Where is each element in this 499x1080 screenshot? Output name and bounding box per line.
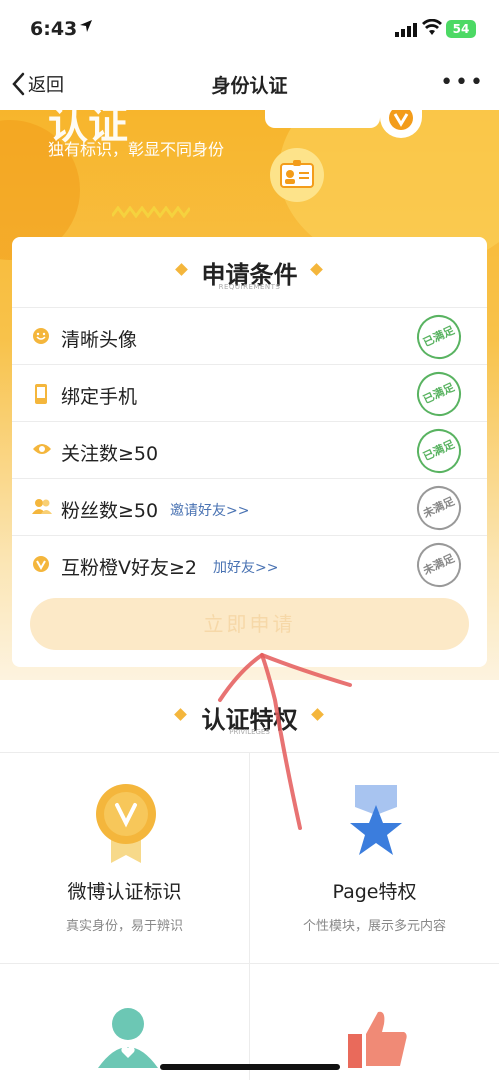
- requirement-row-phone: 绑定手机 已满足: [12, 364, 487, 424]
- navigation-bar: 返回 身份认证 •••: [0, 58, 499, 110]
- star-ribbon-icon: [350, 785, 402, 855]
- privileges-header: 认证特权 PRIVILEGES: [0, 690, 499, 750]
- requirement-label: 关注数≥50: [61, 443, 159, 465]
- requirement-row-fans: 粉丝数≥50 邀请好友>> 未满足: [12, 478, 487, 538]
- status-stamp: 未满足: [409, 478, 469, 538]
- status-stamp: 已满足: [409, 364, 469, 424]
- invite-friends-link[interactable]: 邀请好友>>: [170, 500, 249, 520]
- status-stamp: 未满足: [409, 535, 469, 595]
- home-indicator[interactable]: [160, 1064, 340, 1070]
- privileges-subtitle: PRIVILEGES: [229, 728, 270, 736]
- person-heart-icon: [98, 1008, 158, 1068]
- apply-now-button[interactable]: 立即申请: [30, 598, 469, 650]
- v-medal-icon: [96, 784, 156, 863]
- cellular-signal-icon: [395, 23, 417, 37]
- hero-decoration: [265, 110, 380, 128]
- smile-icon: [33, 328, 49, 344]
- privilege-title: 微博认证标识: [67, 881, 182, 903]
- status-bar: 6:43 54: [0, 0, 499, 58]
- privilege-title: Page特权: [332, 881, 417, 903]
- requirement-label: 清晰头像: [61, 329, 138, 351]
- privilege-item-page[interactable]: Page特权 个性模块，展示多元内容: [250, 753, 499, 963]
- requirement-row-avatar: 清晰头像 已满足: [12, 307, 487, 367]
- battery-indicator: 54: [446, 20, 476, 38]
- add-friends-link[interactable]: 加好友>>: [213, 557, 278, 577]
- privilege-description: 个性模块，展示多元内容: [302, 919, 446, 934]
- divider: [0, 963, 499, 964]
- v-icon: [33, 556, 49, 572]
- v-badge-icon: [389, 110, 413, 130]
- fans-icon: [32, 499, 52, 514]
- requirement-row-following: 关注数≥50 已满足: [12, 421, 487, 481]
- requirements-card: 申请条件 REQUIREMENTS 清晰头像 已满足 绑定手机 已满足 关注数≥…: [12, 237, 487, 667]
- privilege-item-verified-badge[interactable]: 微博认证标识 真实身份，易于辨识: [0, 753, 249, 963]
- requirements-header: 申请条件 REQUIREMENTS: [12, 237, 487, 307]
- id-card-icon: [280, 160, 314, 188]
- requirement-label: 绑定手机: [61, 386, 138, 408]
- requirement-label: 粉丝数≥50: [61, 500, 159, 522]
- requirements-subtitle: REQUIREMENTS: [218, 283, 281, 291]
- status-stamp: 已满足: [409, 307, 469, 367]
- more-options-icon[interactable]: •••: [440, 70, 485, 95]
- status-stamp: 已满足: [409, 421, 469, 481]
- hero-subtitle: 独有标识，彰显不同身份: [48, 140, 225, 159]
- requirement-row-v-friends: 互粉橙V好友≥2 加好友>> 未满足: [12, 535, 487, 595]
- page-title: 身份认证: [211, 75, 288, 97]
- thumbs-up-icon: [348, 1011, 407, 1068]
- zigzag-decoration: [112, 206, 190, 218]
- eye-icon: [33, 444, 51, 454]
- phone-icon: [35, 384, 47, 404]
- privilege-description: 真实身份，易于辨识: [65, 919, 183, 934]
- wifi-icon: [422, 19, 442, 35]
- requirement-label: 互粉橙V好友≥2: [61, 557, 198, 579]
- location-arrow-icon: [80, 20, 92, 32]
- status-time: 6:43: [30, 18, 78, 40]
